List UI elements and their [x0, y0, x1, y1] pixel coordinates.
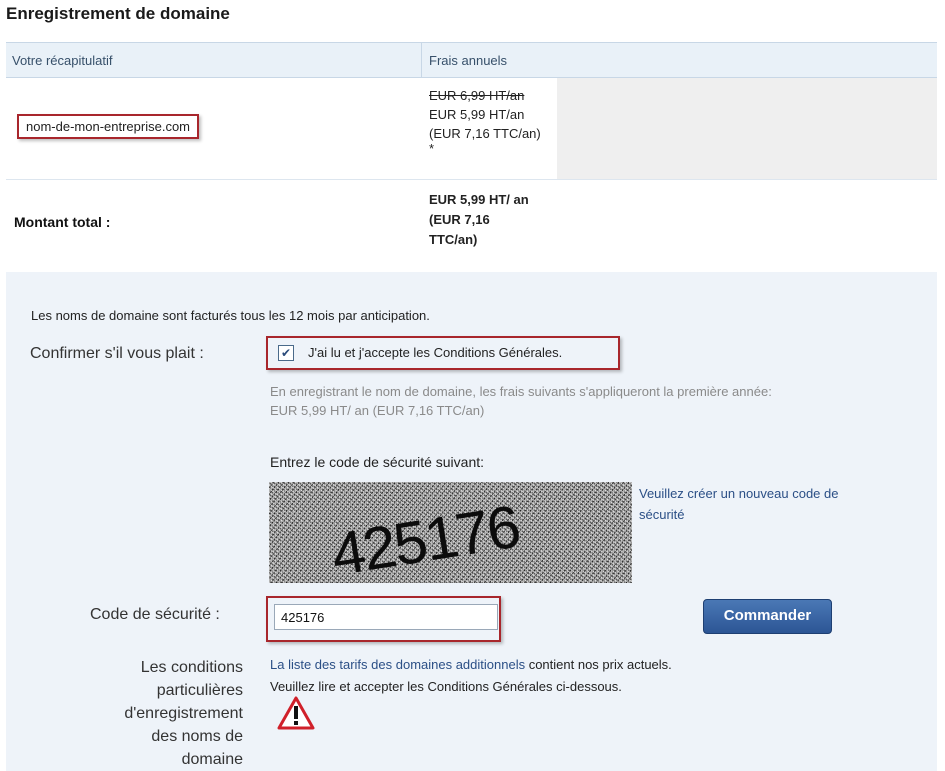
captcha-title: Entrez le code de sécurité suivant:: [270, 454, 485, 470]
checkbox-check-icon[interactable]: ✔: [278, 345, 294, 361]
price-new: EUR 5,99 HT/an: [429, 107, 525, 122]
total-row: Montant total : EUR 5,99 HT/ an (EUR 7,1…: [6, 180, 937, 274]
captcha-image: 425176: [269, 482, 632, 583]
total-line-1: EUR 5,99 HT/ an: [429, 192, 529, 207]
order-form: Les noms de domaine sont facturés tous l…: [6, 272, 937, 771]
captcha-digits: 425176: [326, 492, 524, 583]
terms-label: Les conditions particulières d'enregistr…: [124, 659, 243, 768]
page-title: Enregistrement de domaine: [6, 4, 230, 23]
total-amount: EUR 5,99 HT/ an (EUR 7,16 TTC/an): [429, 190, 569, 250]
domain-row: nom-de-mon-entreprise.com EUR 6,99 HT/an…: [6, 78, 937, 180]
warning-triangle-icon: [277, 696, 315, 730]
col-fees-header: Frais annuels: [429, 53, 508, 68]
total-line-3: TTC/an): [429, 232, 478, 247]
total-line-2: (EUR 7,16: [429, 212, 490, 227]
order-button[interactable]: Commander: [703, 599, 832, 634]
code-label: Code de sécurité :: [90, 606, 220, 623]
billing-note: Les noms de domaine sont facturés tous l…: [31, 308, 430, 323]
confirm-label: Confirmer s'il vous plait :: [30, 345, 204, 362]
domain-price: EUR 6,99 HT/an EUR 5,99 HT/an (EUR 7,16 …: [429, 86, 541, 155]
code-input-frame: [266, 596, 501, 642]
price-asterisk: *: [429, 141, 435, 156]
domain-row-shade: [557, 78, 937, 179]
terms-text-1: contient nos prix actuels.: [525, 657, 672, 672]
confirm-terms-checkbox[interactable]: ✔ J'ai lu et j'accepte les Conditions Gé…: [266, 336, 620, 370]
terms-text-2: Veuillez lire et accepter les Conditions…: [270, 679, 622, 694]
fee-note-line-1: En enregistrant le nom de domaine, les f…: [270, 384, 772, 399]
col-summary-header: Votre récapitulatif: [12, 53, 113, 68]
header-separator: [421, 43, 422, 77]
fee-note-line-2: EUR 5,99 HT/ an (EUR 7,16 TTC/an): [270, 403, 485, 418]
confirm-terms-label[interactable]: J'ai lu et j'accepte les Conditions Géné…: [308, 345, 562, 360]
tariff-list-link[interactable]: La liste des tarifs des domaines additio…: [270, 657, 525, 672]
fee-note: En enregistrant le nom de domaine, les f…: [270, 382, 772, 420]
security-code-input[interactable]: [274, 604, 498, 630]
terms-text: La liste des tarifs des domaines additio…: [270, 654, 672, 698]
summary-table: Votre récapitulatif Frais annuels nom-de…: [6, 42, 937, 274]
total-label: Montant total :: [14, 214, 111, 230]
new-captcha-link[interactable]: Veuillez créer un nouveau code de sécuri…: [639, 483, 839, 525]
price-old: EUR 6,99 HT/an: [429, 88, 525, 103]
summary-header: Votre récapitulatif Frais annuels: [6, 42, 937, 78]
price-ttc: (EUR 7,16 TTC/an): [429, 126, 541, 141]
domain-name: nom-de-mon-entreprise.com: [17, 114, 200, 139]
